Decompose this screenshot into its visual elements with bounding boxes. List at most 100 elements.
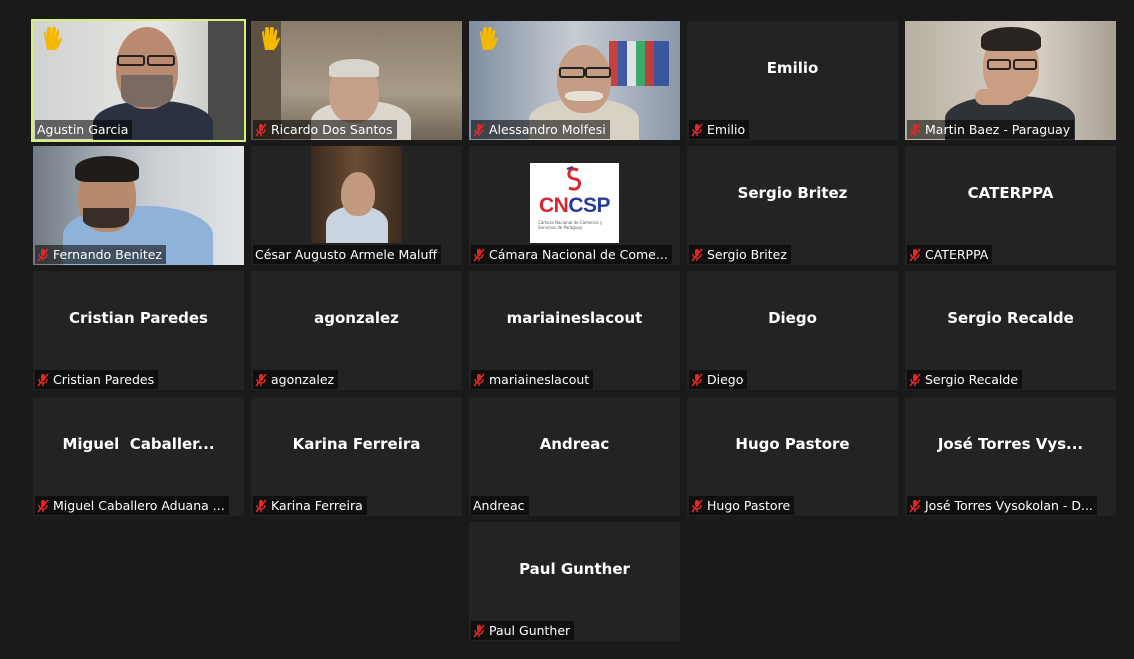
- logo-text: CNCSP: [538, 194, 611, 217]
- muted-mic-icon: [473, 623, 485, 638]
- participant-name-label: César Augusto Armele Maluff: [253, 245, 441, 264]
- participant-name-label: Agustin Garcia: [35, 120, 133, 139]
- participant-name-label: Emilio: [689, 120, 750, 139]
- gallery-view: Agustin Garcia Ricardo Dos Santos Alessa…: [0, 0, 1134, 659]
- participant-name-label: mariaineslacout: [471, 370, 594, 389]
- participant-name: Hugo Pastore: [707, 498, 791, 513]
- participant-tile-mariaineslacout[interactable]: mariaineslacout mariaineslacout: [469, 271, 680, 390]
- muted-mic-icon: [37, 498, 49, 513]
- muted-mic-icon: [691, 372, 703, 387]
- participant-name: Emilio: [707, 122, 746, 137]
- participant-tile-andreac[interactable]: Andreac Andreac: [469, 397, 680, 516]
- participant-display-name: Hugo Pastore: [735, 435, 850, 453]
- participant-tile-miguel-caballero[interactable]: Miguel Caballer... Miguel Caballero Adua…: [33, 397, 244, 516]
- participant-tile-agustin-garcia[interactable]: Agustin Garcia: [31, 19, 246, 142]
- participant-name-label: Ricardo Dos Santos: [253, 120, 397, 139]
- muted-mic-icon: [691, 122, 703, 137]
- muted-mic-icon: [473, 372, 485, 387]
- participant-display-name: Emilio: [766, 59, 819, 77]
- participant-name-label: Alessandro Molfesi: [471, 120, 610, 139]
- organization-logo: CNCSP Cámara Nacional de Comercio y Serv…: [530, 163, 619, 243]
- participant-name: agonzalez: [271, 372, 335, 387]
- muted-mic-icon: [255, 372, 267, 387]
- participant-name: Sergio Recalde: [925, 372, 1019, 387]
- muted-mic-icon: [255, 498, 267, 513]
- participant-name: Miguel Caballero Aduana ...: [53, 498, 225, 513]
- participant-name: José Torres Vysokolan - D...: [925, 498, 1093, 513]
- participant-tile-sergio-recalde[interactable]: Sergio Recalde Sergio Recalde: [905, 271, 1116, 390]
- participant-name-label: Paul Gunther: [471, 621, 575, 640]
- participant-name: Agustin Garcia: [37, 122, 129, 137]
- muted-mic-icon: [909, 498, 921, 513]
- muted-mic-icon: [37, 372, 49, 387]
- raised-hand-icon: [480, 27, 498, 50]
- participant-tile-camara-nacional[interactable]: CNCSP Cámara Nacional de Comercio y Serv…: [469, 146, 680, 265]
- participant-tile-karina-ferreira[interactable]: Karina Ferreira Karina Ferreira: [251, 397, 462, 516]
- participant-display-name: Sergio Recalde: [947, 309, 1074, 327]
- participant-name-label: Sergio Britez: [689, 245, 791, 264]
- participant-name-label: Diego: [689, 370, 748, 389]
- participant-name-label: CATERPPA: [907, 245, 993, 264]
- participant-tile-ricardo-dos-santos[interactable]: Ricardo Dos Santos: [251, 21, 462, 140]
- participant-name: Fernando Benitez: [53, 247, 162, 262]
- muted-mic-icon: [691, 498, 703, 513]
- participant-display-name: Karina Ferreira: [292, 435, 421, 453]
- participant-display-name: Diego: [768, 309, 817, 327]
- participant-name: Cámara Nacional de Come...: [489, 247, 668, 262]
- participant-name: Diego: [707, 372, 744, 387]
- participant-tile-sergio-britez[interactable]: Sergio Britez Sergio Britez: [687, 146, 898, 265]
- participant-name-label: Martin Baez - Paraguay: [907, 120, 1075, 139]
- muted-mic-icon: [473, 247, 485, 262]
- participant-display-name: Andreac: [539, 435, 610, 453]
- participant-name: Sergio Britez: [707, 247, 787, 262]
- participant-tile-fernando-benitez[interactable]: Fernando Benitez: [33, 146, 244, 265]
- participant-name: Ricardo Dos Santos: [271, 122, 393, 137]
- participant-tile-cristian-paredes[interactable]: Cristian Paredes Cristian Paredes: [33, 271, 244, 390]
- participant-name: Cristian Paredes: [53, 372, 155, 387]
- participant-tile-cesar-augusto[interactable]: César Augusto Armele Maluff: [251, 146, 462, 265]
- participant-name: Karina Ferreira: [271, 498, 363, 513]
- participant-display-name: CATERPPA: [967, 184, 1054, 202]
- participant-display-name: Paul Gunther: [519, 560, 630, 578]
- raised-hand-icon: [44, 27, 62, 50]
- participant-tile-emilio[interactable]: Emilio Emilio: [687, 21, 898, 140]
- participant-name: Martin Baez - Paraguay: [925, 122, 1071, 137]
- raised-hand-icon: [262, 27, 280, 50]
- participant-tile-jose-torres[interactable]: José Torres Vys... José Torres Vysokolan…: [905, 397, 1116, 516]
- participant-name-label: José Torres Vysokolan - D...: [907, 496, 1097, 515]
- logo-subtext: Cámara Nacional de Comercio y Servicios …: [538, 220, 603, 230]
- participant-tile-diego[interactable]: Diego Diego: [687, 271, 898, 390]
- participant-name-label: Cristian Paredes: [35, 370, 159, 389]
- participant-name-label: Sergio Recalde: [907, 370, 1023, 389]
- participant-name-label: Hugo Pastore: [689, 496, 795, 515]
- participant-display-name: José Torres Vys...: [937, 435, 1084, 453]
- muted-mic-icon: [909, 247, 921, 262]
- participant-display-name: Sergio Britez: [737, 184, 848, 202]
- muted-mic-icon: [909, 122, 921, 137]
- participant-tile-caterppa[interactable]: CATERPPA CATERPPA: [905, 146, 1116, 265]
- participant-name-label: Miguel Caballero Aduana ...: [35, 496, 229, 515]
- cncsp-logo-mark-icon: [566, 166, 581, 191]
- participant-display-name: agonzalez: [314, 309, 399, 327]
- participant-tile-paul-gunther[interactable]: Paul Gunther Paul Gunther: [469, 522, 680, 641]
- participant-display-name: Miguel Caballer...: [62, 435, 215, 453]
- participant-tile-hugo-pastore[interactable]: Hugo Pastore Hugo Pastore: [687, 397, 898, 516]
- participant-tile-martin-baez[interactable]: Martin Baez - Paraguay: [905, 21, 1116, 140]
- participant-name-label: Andreac: [471, 496, 529, 515]
- participant-tile-alessandro-molfesi[interactable]: Alessandro Molfesi: [469, 21, 680, 140]
- muted-mic-icon: [37, 247, 49, 262]
- participant-name: Paul Gunther: [489, 623, 571, 638]
- participant-display-name: mariaineslacout: [506, 309, 643, 327]
- participant-name-label: Fernando Benitez: [35, 245, 166, 264]
- muted-mic-icon: [255, 122, 267, 137]
- participant-name-label: Cámara Nacional de Come...: [471, 245, 672, 264]
- muted-mic-icon: [909, 372, 921, 387]
- participant-name: Andreac: [473, 498, 525, 513]
- participant-name: CATERPPA: [925, 247, 989, 262]
- participant-name-label: agonzalez: [253, 370, 339, 389]
- participant-name: Alessandro Molfesi: [489, 122, 606, 137]
- participant-tile-agonzalez[interactable]: agonzalez agonzalez: [251, 271, 462, 390]
- muted-mic-icon: [691, 247, 703, 262]
- video-feed: [311, 146, 402, 243]
- participant-name: César Augusto Armele Maluff: [255, 247, 437, 262]
